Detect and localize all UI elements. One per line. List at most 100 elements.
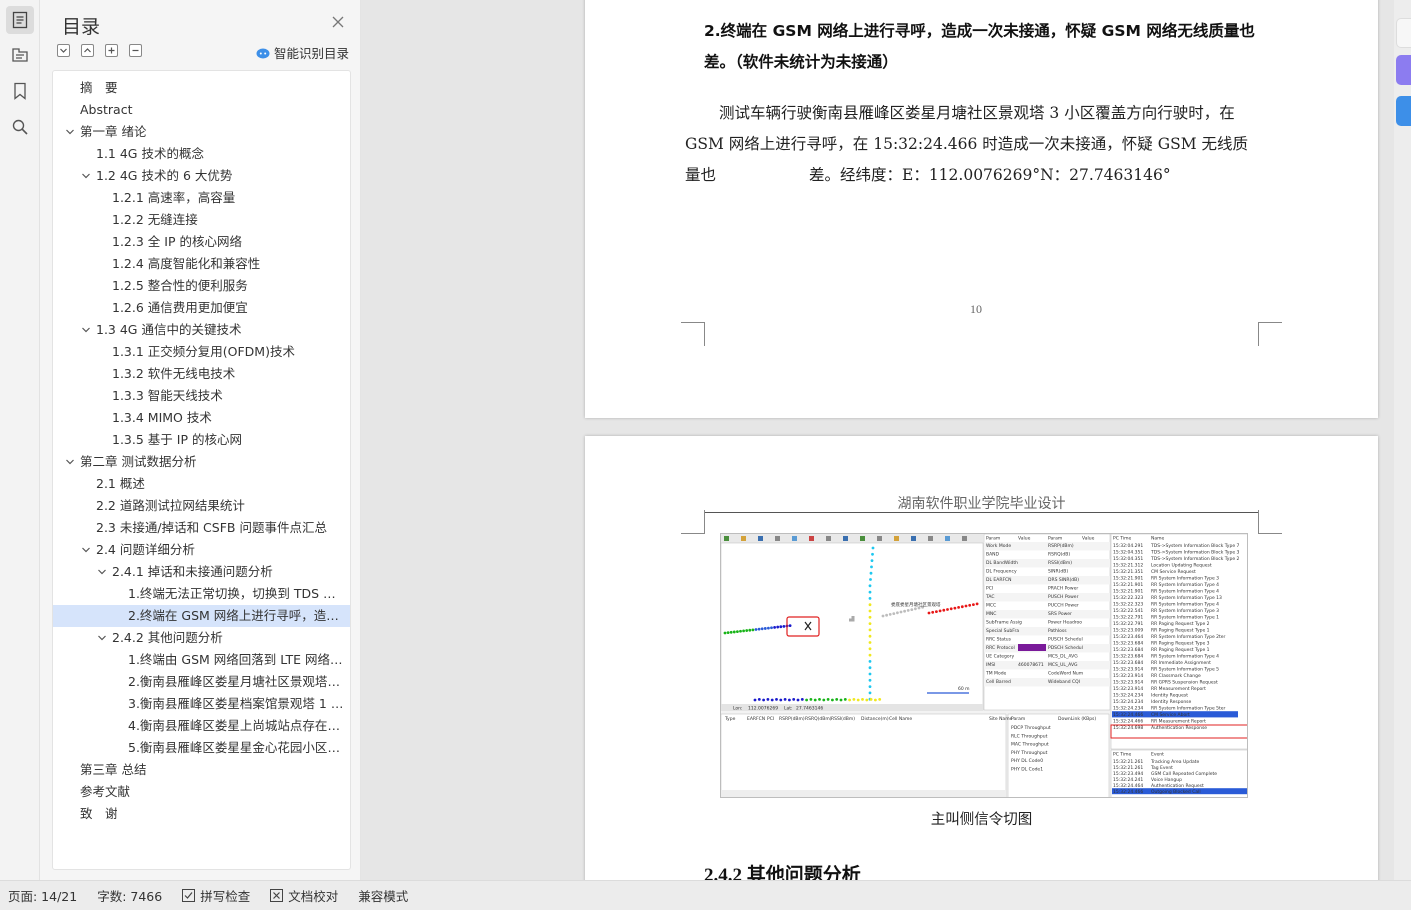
expand-down-button[interactable] bbox=[57, 44, 70, 57]
toc-item[interactable]: 2.2 道路测试拉网结果统计 bbox=[53, 495, 350, 517]
chevron-down-icon[interactable] bbox=[81, 325, 91, 335]
chevron-down-icon[interactable] bbox=[65, 457, 75, 467]
toc-item[interactable]: 摘 要 bbox=[53, 77, 350, 99]
toc-item[interactable]: 1.终端由 GSM 网络回落到 LTE 网络时间过长 bbox=[53, 649, 350, 671]
throughput-row: PHY Throughput bbox=[1011, 750, 1048, 756]
signal-name: RR System Information Type 2ter bbox=[1151, 634, 1226, 640]
toc-item[interactable]: 第三章 总结 bbox=[53, 759, 350, 781]
toc-item[interactable]: 1.3 4G 通信中的关键技术 bbox=[53, 319, 350, 341]
toc-item[interactable]: 2.4.1 掉话和未接通问题分析 bbox=[53, 561, 350, 583]
neighbour-col-header: RSRQ(dBm) bbox=[805, 716, 832, 722]
map-sample-point bbox=[783, 698, 787, 701]
toc-item[interactable]: 第一章 绪论 bbox=[53, 121, 350, 143]
page-indicator[interactable]: 页面: 14/21 bbox=[8, 886, 77, 905]
signal-name: RR System Information Type 4 bbox=[1151, 654, 1219, 660]
signal-time: 15:32:21.351 bbox=[1113, 569, 1143, 575]
neighbour-col-header: PCI bbox=[767, 716, 774, 722]
param-name: MCC bbox=[986, 603, 996, 609]
right-tool-button[interactable] bbox=[1396, 96, 1411, 126]
map-sample-point bbox=[903, 609, 906, 613]
signal-time: 15:32:21.901 bbox=[1113, 576, 1143, 582]
close-icon[interactable] bbox=[331, 15, 345, 29]
navigation-pane-button[interactable] bbox=[6, 41, 34, 69]
expand-all-button[interactable] bbox=[105, 44, 118, 57]
map-sample-point bbox=[762, 698, 765, 702]
toc-item[interactable]: 2.4 问题详细分析 bbox=[53, 539, 350, 561]
toc-item[interactable]: Abstract bbox=[53, 99, 350, 121]
param-header: Param bbox=[1048, 536, 1062, 542]
toc-item[interactable]: 2.衡南县雁峰区娄星月塘社区景观塔覆盖问题 bbox=[53, 671, 350, 693]
map-scale-label: 60 m bbox=[958, 686, 970, 692]
toc-item[interactable]: 1.终端无法正常切换，切换到 TDS 网络后掉话 bbox=[53, 583, 350, 605]
param-name: Special SubFra bbox=[986, 628, 1019, 634]
toc-item[interactable]: 1.3.5 基于 IP 的核心网 bbox=[53, 429, 350, 451]
toc-item[interactable]: 5.衡南县雁峰区娄星星金心花园小区弱覆盖 bbox=[53, 737, 350, 759]
signal-time: 15:32:04.351 bbox=[1113, 556, 1143, 562]
document-canvas[interactable]: 2.终端在 GSM 网络上进行寻呼，造成一次未接通，怀疑 GSM 网络无线质量也… bbox=[361, 0, 1394, 880]
toc-item[interactable]: 参考文献 bbox=[53, 781, 350, 803]
throughput-row: RLC Throughput bbox=[1011, 733, 1048, 739]
right-tool-button[interactable] bbox=[1396, 18, 1411, 48]
spell-check-button[interactable]: 拼写检查 bbox=[182, 886, 250, 905]
toc-item[interactable]: 2.1 概述 bbox=[53, 473, 350, 495]
throughput-header: Site Name bbox=[989, 716, 1013, 722]
chevron-down-icon[interactable] bbox=[97, 633, 107, 643]
map-sample-point bbox=[953, 606, 957, 610]
toc-item[interactable]: 致 谢 bbox=[53, 803, 350, 825]
map-sample-point bbox=[835, 698, 839, 701]
param-row bbox=[984, 661, 1110, 670]
bookmark-button[interactable] bbox=[6, 77, 34, 105]
chevron-down-icon[interactable] bbox=[81, 545, 91, 555]
toc-item[interactable]: 1.3.4 MIMO 技术 bbox=[53, 407, 350, 429]
chevron-down-icon[interactable] bbox=[81, 171, 91, 181]
collapse-all-button[interactable] bbox=[129, 44, 142, 57]
chevron-down-icon[interactable] bbox=[65, 127, 75, 137]
toc-item[interactable]: 1.2.2 无缝连接 bbox=[53, 209, 350, 231]
toc-panel-button[interactable] bbox=[6, 6, 34, 34]
toc-item-label: 1.2.3 全 IP 的核心网络 bbox=[112, 234, 242, 249]
toc-item[interactable]: 1.2.4 高度智能化和兼容性 bbox=[53, 253, 350, 275]
toc-item[interactable]: 4.衡南县雁峰区娄星上尚城站点存在越区覆盖 bbox=[53, 715, 350, 737]
toc-item[interactable]: 1.3.1 正交频分复用(OFDM)技术 bbox=[53, 341, 350, 363]
search-button[interactable] bbox=[6, 113, 34, 141]
toc-item[interactable]: 1.1 4G 技术的概念 bbox=[53, 143, 350, 165]
toc-item[interactable]: 第二章 测试数据分析 bbox=[53, 451, 350, 473]
map-sample-point bbox=[868, 628, 872, 632]
signal-name: RR Measurement Report bbox=[1151, 719, 1206, 725]
toc-item[interactable]: 1.2 4G 技术的 6 大优势 bbox=[53, 165, 350, 187]
toolbar-tool-icon bbox=[860, 536, 865, 541]
toc-item-label: 1.3.1 正交频分复用(OFDM)技术 bbox=[112, 344, 295, 359]
smart-recognize-toc-button[interactable]: 智能识别目录 bbox=[256, 43, 349, 62]
map-sample-point bbox=[861, 698, 864, 701]
toc-item[interactable]: 3.衡南县雁峰区娄星档案馆景观塔 1 小区问题 bbox=[53, 693, 350, 715]
map-sample-point bbox=[869, 578, 872, 581]
right-tool-button[interactable] bbox=[1396, 55, 1411, 85]
map-sample-point bbox=[773, 626, 776, 629]
signal-header: PC Time bbox=[1113, 536, 1132, 542]
param-name: MNC bbox=[986, 611, 996, 617]
toc-item[interactable]: 1.2.6 通信费用更加便宜 bbox=[53, 297, 350, 319]
signal-time: 15:32:23.914 bbox=[1113, 686, 1143, 692]
compat-mode-indicator[interactable]: 兼容模式 bbox=[358, 886, 408, 905]
toc-item[interactable]: 1.2.1 高速率，高容量 bbox=[53, 187, 350, 209]
toc-item[interactable]: 1.3.3 智能天线技术 bbox=[53, 385, 350, 407]
toc-item[interactable]: 2.3 未接通/掉话和 CSFB 问题事件点汇总 bbox=[53, 517, 350, 539]
event-header: Event bbox=[1151, 752, 1164, 758]
toc-item[interactable]: 2.终端在 GSM 网络上进行寻呼，造成一次未接通 bbox=[53, 605, 350, 627]
proofread-button[interactable]: 文档校对 bbox=[270, 886, 338, 905]
signal-time: 15:32:22.541 bbox=[1113, 608, 1143, 614]
toc-item[interactable]: 1.2.5 整合性的便利服务 bbox=[53, 275, 350, 297]
throughput-header: Param bbox=[1011, 716, 1025, 722]
toc-item[interactable]: 1.2.3 全 IP 的核心网络 bbox=[53, 231, 350, 253]
collapse-up-button[interactable] bbox=[81, 44, 94, 57]
toc-item[interactable]: 1.3.2 软件无线电技术 bbox=[53, 363, 350, 385]
imsi-value: 460078671 bbox=[1018, 662, 1044, 668]
map-sample-point bbox=[874, 698, 877, 702]
toc-item[interactable]: 2.4.2 其他问题分析 bbox=[53, 627, 350, 649]
signal-time: 15:32:24.466 bbox=[1113, 712, 1143, 718]
map-sample-point bbox=[766, 698, 770, 701]
signal-name: Location Updating Request bbox=[1151, 563, 1212, 569]
chevron-down-icon[interactable] bbox=[97, 567, 107, 577]
word-count[interactable]: 字数: 7466 bbox=[97, 886, 162, 905]
param-name: SINR(dB) bbox=[1048, 569, 1068, 575]
